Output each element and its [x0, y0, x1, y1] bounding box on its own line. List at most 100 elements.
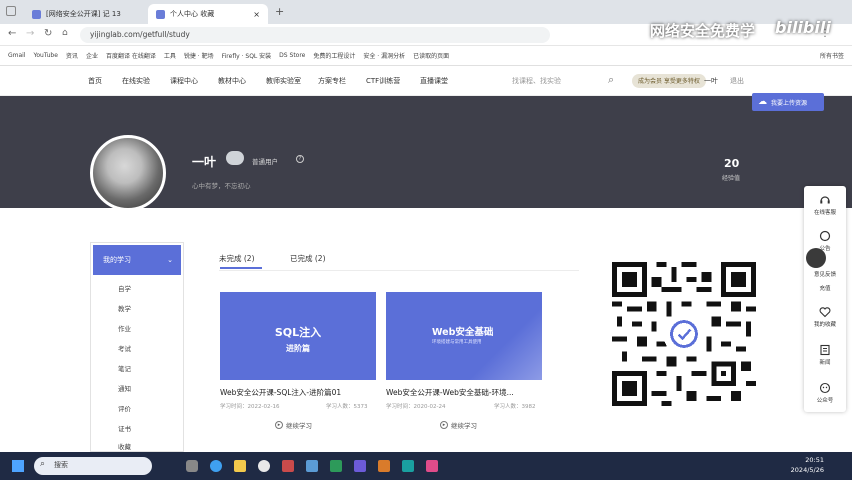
app-icon[interactable]	[330, 460, 342, 472]
tab-completed[interactable]: 已完成 (2)	[290, 253, 326, 264]
edge-icon[interactable]	[210, 460, 222, 472]
close-tab-icon[interactable]: ×	[253, 10, 260, 19]
app-icon[interactable]	[306, 460, 318, 472]
continue-button[interactable]: ▸ 继续学习	[275, 420, 312, 430]
course-thumbnail[interactable]: SQL注入 进阶篇	[220, 292, 376, 380]
bookmark[interactable]: 安全 · 漏洞分析	[363, 51, 405, 60]
study-sidebar: 我的学习 ⌄ 自学 教学 作业 考试 笔记 通知 评价 证书 收藏	[90, 242, 184, 452]
sidebar-header[interactable]: 我的学习 ⌄	[93, 245, 181, 275]
back-icon[interactable]: ←	[8, 28, 16, 39]
search-input[interactable]: 找课程、找实验	[512, 76, 561, 86]
sidebar-item[interactable]: 自学	[91, 283, 185, 293]
wechat-icon	[819, 382, 831, 394]
feedback-button[interactable]: 意见反馈	[804, 270, 846, 278]
course-count: 学习人数：5373	[326, 404, 368, 410]
bookmark[interactable]: 已读取的页面	[413, 51, 449, 60]
rail-label: 我的收藏	[813, 322, 836, 328]
sidebar-item[interactable]: 证书	[91, 423, 185, 433]
nav-item[interactable]: 课程中心	[170, 76, 198, 86]
clock-date[interactable]: 2024/5/26	[784, 466, 824, 474]
all-bookmarks[interactable]: 所有书签	[820, 51, 852, 60]
bookmark[interactable]: 百度翻译 在线翻译	[106, 51, 156, 60]
chrome-icon[interactable]	[258, 460, 270, 472]
nav-item[interactable]: 直播课堂	[420, 76, 448, 86]
reload-icon[interactable]: ↻	[44, 28, 52, 39]
sidebar-item[interactable]: 收藏	[91, 441, 185, 451]
task-view-icon[interactable]	[186, 460, 198, 472]
app-icon[interactable]	[426, 460, 438, 472]
nav-item[interactable]: 方案专栏	[318, 76, 346, 86]
rail-label: 充值	[819, 286, 831, 292]
user-name[interactable]: 一叶	[704, 76, 718, 86]
favorites-button[interactable]: 我的收藏	[804, 306, 846, 328]
nav-item[interactable]: 教材中心	[218, 76, 246, 86]
user-type: 普通用户	[252, 158, 278, 166]
site-favicon-icon	[32, 9, 41, 19]
profile-name: 一叶	[192, 155, 217, 169]
app-icon[interactable]	[282, 460, 294, 472]
tab-actions-icon[interactable]	[6, 6, 16, 16]
feedback-icon[interactable]	[806, 248, 826, 268]
windows-start-icon[interactable]	[12, 460, 24, 472]
sidebar-item[interactable]: 作业	[91, 323, 185, 333]
nav-item[interactable]: CTF训练营	[366, 76, 400, 86]
browser-tab-active[interactable]: 个人中心 收藏 ×	[148, 4, 268, 24]
nav-item[interactable]: 教师实验室	[266, 76, 301, 86]
site-nav: 首页 在线实验 课程中心 教材中心 教师实验室 方案专栏 CTF训练营 直播课堂…	[0, 66, 852, 96]
browser-tab[interactable]: [网络安全公开课] 记 13	[24, 4, 144, 24]
app-icon[interactable]	[402, 460, 414, 472]
bookmark[interactable]: 免费的工程设计	[313, 51, 355, 60]
wechat-button[interactable]: 公众号	[804, 382, 846, 404]
nav-item[interactable]: 首页	[88, 76, 102, 86]
site-favicon-icon	[156, 9, 165, 19]
qr-code	[612, 262, 756, 406]
logout-link[interactable]: 退出	[730, 76, 744, 86]
app-icon[interactable]	[378, 460, 390, 472]
taskbar-search[interactable]: 搜索	[34, 457, 152, 475]
recharge-button[interactable]: 充值	[804, 284, 846, 292]
home-icon[interactable]: ⌂	[62, 28, 68, 38]
news-button[interactable]: 新闻	[804, 344, 846, 366]
course-title[interactable]: Web安全公开课-SQL注入-进阶篇01	[220, 387, 380, 398]
continue-button[interactable]: ▸ 继续学习	[440, 420, 477, 430]
clock-time[interactable]: 20:51	[784, 456, 824, 464]
forward-icon[interactable]: →	[26, 28, 34, 39]
bookmark[interactable]: YouTube	[34, 52, 58, 59]
online-service-button[interactable]: 在线客服	[804, 194, 846, 216]
url-input[interactable]: yijinglab.com/getfull/study	[80, 27, 550, 43]
bookmark[interactable]: Gmail	[8, 52, 26, 59]
sidebar-header-label: 我的学习	[103, 256, 131, 264]
course-thumbnail[interactable]: Web安全基础 环境搭建与常用工具使用	[386, 292, 542, 380]
bilibili-logo: bilibili	[775, 18, 831, 37]
upload-button[interactable]: ☁ 我要上传资源	[752, 93, 824, 111]
help-icon[interactable]: ?	[296, 155, 304, 163]
app-icon[interactable]	[354, 460, 366, 472]
bookmark[interactable]: 资讯	[66, 51, 78, 60]
sidebar-item[interactable]: 评价	[91, 403, 185, 413]
bookmark[interactable]: Firefly · SQL 安装	[222, 51, 272, 60]
bookmark[interactable]: DS Store	[279, 52, 305, 59]
thumb-title: Web安全基础	[432, 327, 494, 338]
nav-item[interactable]: 在线实验	[122, 76, 150, 86]
active-tab-indicator	[220, 267, 262, 269]
sidebar-item[interactable]: 笔记	[91, 363, 185, 373]
course-date: 学习时间：2020-02-24	[386, 404, 446, 410]
search-icon[interactable]: ⌕	[608, 73, 614, 87]
sidebar-item[interactable]: 教学	[91, 303, 185, 313]
sidebar-item[interactable]: 考试	[91, 343, 185, 353]
avatar[interactable]	[90, 135, 166, 211]
thumb-subtitle: 环境搭建与常用工具使用	[432, 340, 482, 345]
file-explorer-icon[interactable]	[234, 460, 246, 472]
course-title[interactable]: Web安全公开课-Web安全基础-环境...	[386, 387, 546, 398]
play-icon: ▸	[275, 421, 283, 429]
new-tab-button[interactable]: +	[275, 5, 284, 18]
bookmark[interactable]: 企业	[86, 51, 98, 60]
thumb-title: SQL注入	[274, 326, 322, 339]
news-icon	[820, 344, 830, 356]
tab-divider	[219, 270, 579, 271]
bookmark[interactable]: 工具	[164, 51, 176, 60]
sidebar-item[interactable]: 通知	[91, 383, 185, 393]
tab-incomplete[interactable]: 未完成 (2)	[219, 253, 255, 264]
vip-button[interactable]: 成为会员 享受更多特权	[632, 74, 706, 88]
bookmark[interactable]: 锐捷 · 靶场	[184, 51, 214, 60]
